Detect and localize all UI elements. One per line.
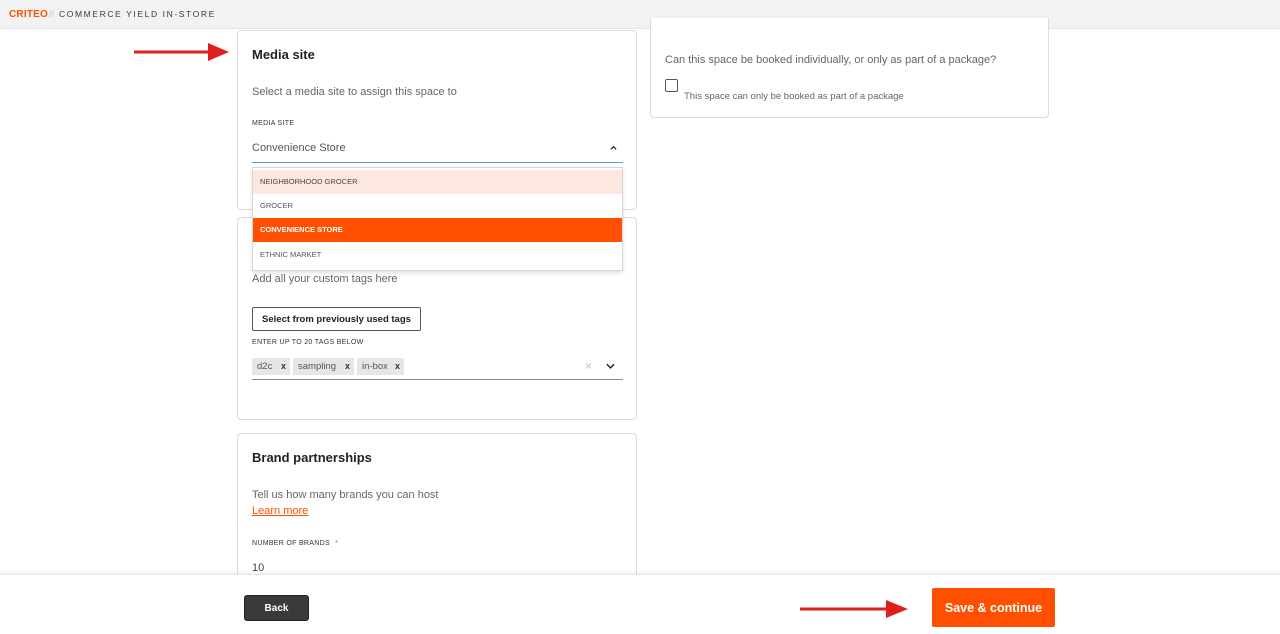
criteo-logo[interactable]: CRITEO xyxy=(9,9,48,20)
tags-input[interactable]: d2c x sampling x in-box x × xyxy=(252,356,623,380)
tag-chip: in-box x xyxy=(357,358,404,375)
top-bar: CRITEO // COMMERCE YIELD IN-STORE xyxy=(0,0,1280,29)
select-previous-tags-button[interactable]: Select from previously used tags xyxy=(252,307,421,331)
tag-chip: d2c x xyxy=(252,358,290,375)
package-only-checkbox[interactable] xyxy=(665,79,678,92)
package-card: Can this space be booked individually, o… xyxy=(650,18,1049,118)
number-of-brands-input[interactable]: 10 xyxy=(252,562,264,574)
learn-more-link[interactable]: Learn more xyxy=(252,505,308,517)
remove-tag-icon[interactable]: x xyxy=(395,358,400,375)
dropdown-option-grocer[interactable]: GROCER xyxy=(253,194,622,218)
chevron-up-icon[interactable] xyxy=(610,144,617,151)
arrow-annotation-icon xyxy=(800,600,908,618)
brand-partnerships-description: Tell us how many brands you can host xyxy=(252,489,439,501)
tags-description: Add all your custom tags here xyxy=(252,273,398,285)
media-site-select[interactable]: Convenience Store xyxy=(252,135,623,163)
media-site-field-label: MEDIA SITE xyxy=(252,120,295,127)
dropdown-option-ethnic-market[interactable]: ETHNIC MARKET xyxy=(253,243,622,267)
remove-tag-icon[interactable]: x xyxy=(345,358,350,375)
tag-chip-label: in-box xyxy=(362,361,388,372)
package-checkbox-label: This space can only be booked as part of… xyxy=(684,91,904,102)
media-site-description: Select a media site to assign this space… xyxy=(252,86,457,98)
save-continue-button[interactable]: Save & continue xyxy=(932,588,1055,627)
arrow-annotation-icon xyxy=(134,43,229,61)
media-site-dropdown: NEIGHBORHOOD GROCER GROCER CONVENIENCE S… xyxy=(252,167,623,271)
tags-field-label: ENTER UP TO 20 TAGS BELOW xyxy=(252,339,364,346)
required-mark: * xyxy=(335,540,339,547)
number-of-brands-label: NUMBER OF BRANDS * xyxy=(252,540,338,547)
product-name: COMMERCE YIELD IN-STORE xyxy=(59,9,216,19)
chevron-down-icon[interactable] xyxy=(606,363,615,370)
dropdown-option-convenience-store[interactable]: CONVENIENCE STORE xyxy=(253,218,622,242)
package-question: Can this space be booked individually, o… xyxy=(665,54,997,66)
tag-chip-label: d2c xyxy=(257,361,273,372)
footer-bar: Back Save & continue xyxy=(0,574,1280,634)
tag-chip-label: sampling xyxy=(298,361,337,372)
dropdown-option-neighborhood-grocer[interactable]: NEIGHBORHOOD GROCER xyxy=(253,170,622,194)
back-button[interactable]: Back xyxy=(244,595,309,621)
clear-icon[interactable]: × xyxy=(585,359,592,373)
brand-partnerships-title: Brand partnerships xyxy=(252,450,372,465)
media-site-selected-value: Convenience Store xyxy=(252,142,346,154)
media-site-title: Media site xyxy=(252,47,315,62)
remove-tag-icon[interactable]: x xyxy=(281,358,286,375)
number-of-brands-label-text: NUMBER OF BRANDS xyxy=(252,540,330,547)
tag-chip: sampling x xyxy=(293,358,354,375)
header-separator: // xyxy=(49,9,55,19)
